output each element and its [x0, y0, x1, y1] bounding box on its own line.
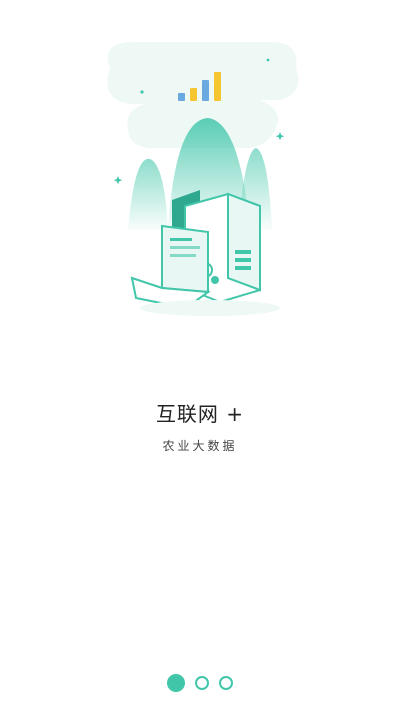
page-subtitle: 农业大数据 — [162, 439, 238, 453]
base-shadow — [140, 300, 280, 316]
server-laptop-illustration — [107, 42, 299, 316]
page-dot-2[interactable] — [195, 676, 209, 690]
page-dot-1[interactable] — [167, 674, 185, 692]
laptop-icon — [130, 224, 211, 310]
pagination-indicator — [0, 674, 400, 696]
page-dot-3[interactable] — [219, 676, 233, 690]
hill-shape — [128, 158, 168, 230]
page-title: 互联网 + — [155, 402, 245, 426]
